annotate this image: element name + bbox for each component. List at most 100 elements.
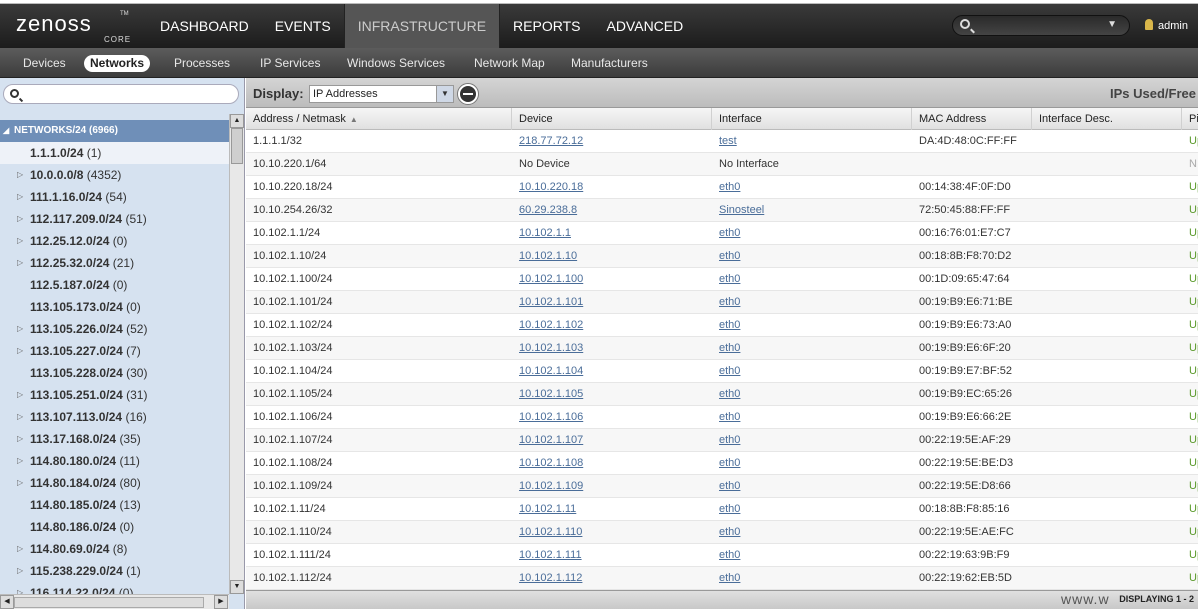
cell-device[interactable]: 60.29.238.8 — [512, 199, 712, 222]
cell-interface[interactable]: eth0 — [712, 544, 912, 567]
expand-arrow-icon[interactable]: ▷ — [17, 406, 23, 428]
tree-node[interactable]: ▷ 114.80.69.0/24 (8) — [0, 538, 229, 560]
cell-device[interactable]: 10.102.1.10 — [512, 245, 712, 268]
cell-interface[interactable]: eth0 — [712, 245, 912, 268]
column-header-mac[interactable]: MAC Address — [912, 108, 1032, 130]
cell-interface[interactable]: eth0 — [712, 406, 912, 429]
cell-interface[interactable]: eth0 — [712, 314, 912, 337]
column-header-interface[interactable]: Interface — [712, 108, 912, 130]
expand-arrow-icon[interactable]: ▷ — [17, 472, 23, 494]
expand-arrow-icon[interactable]: ▷ — [17, 582, 23, 594]
table-row[interactable]: 10.102.1.111/24 10.102.1.111 eth0 00:22:19:… — [246, 544, 1198, 567]
scroll-thumb[interactable] — [14, 597, 204, 608]
table-row[interactable]: 1.1.1.1/32 218.77.72.12 test DA:4D:48:0C:FF… — [246, 130, 1198, 153]
tree-node[interactable]: ▷ 113.105.227.0/24 (7) — [0, 340, 229, 362]
expand-arrow-icon[interactable]: ▷ — [17, 450, 23, 472]
table-row[interactable]: 10.10.220.18/24 10.10.220.18 eth0 00:14:38:… — [246, 176, 1198, 199]
cell-interface[interactable]: Sinosteel — [712, 199, 912, 222]
expand-arrow-icon[interactable]: ▷ — [17, 428, 23, 450]
nav-infrastructure[interactable]: INFRASTRUCTURE — [343, 4, 501, 48]
cell-device[interactable]: 10.102.1.112 — [512, 567, 712, 590]
cell-interface[interactable]: eth0 — [712, 222, 912, 245]
cell-interface[interactable]: eth0 — [712, 360, 912, 383]
chevron-down-icon[interactable]: ▼ — [1107, 19, 1117, 30]
expand-arrow-icon[interactable]: ▷ — [17, 560, 23, 582]
tree-node[interactable]: ▷ 116.114.22.0/24 (0) — [0, 582, 229, 594]
table-row[interactable]: 10.102.1.11/24 10.102.1.11 eth0 00:18:8B:F8… — [246, 498, 1198, 521]
expand-arrow-icon[interactable]: ▷ — [17, 208, 23, 230]
cell-device[interactable]: 10.102.1.106 — [512, 406, 712, 429]
table-row[interactable]: 10.102.1.10/24 10.102.1.10 eth0 00:18:8B:F8… — [246, 245, 1198, 268]
cell-interface[interactable]: eth0 — [712, 498, 912, 521]
cell-device[interactable]: 10.102.1.1 — [512, 222, 712, 245]
nav-dashboard[interactable]: DASHBOARD — [147, 4, 262, 48]
tree-node[interactable]: ▷ 114.80.184.0/24 (80) — [0, 472, 229, 494]
cell-device[interactable]: 10.102.1.105 — [512, 383, 712, 406]
scroll-down-arrow-icon[interactable]: ▼ — [230, 580, 244, 594]
expand-arrow-icon[interactable]: ▷ — [17, 252, 23, 274]
table-row[interactable]: 10.102.1.102/24 10.102.1.102 eth0 00:19:B9:… — [246, 314, 1198, 337]
table-row[interactable]: 10.102.1.107/24 10.102.1.107 eth0 00:22:19:… — [246, 429, 1198, 452]
tree-node[interactable]: ▷ 115.238.229.0/24 (1) — [0, 560, 229, 582]
table-row[interactable]: 10.102.1.110/24 10.102.1.110 eth0 00:22:19:… — [246, 521, 1198, 544]
tree-node[interactable]: ▷ 113.105.251.0/24 (31) — [0, 384, 229, 406]
cell-device[interactable]: 10.102.1.110 — [512, 521, 712, 544]
nav-advanced[interactable]: ADVANCED — [593, 4, 696, 48]
column-header-ping[interactable]: Pi — [1182, 108, 1198, 130]
tree-search-input[interactable] — [3, 84, 239, 104]
table-row[interactable]: 10.10.220.1/64 No Device No Interface N — [246, 153, 1198, 176]
table-row[interactable]: 10.10.254.26/32 60.29.238.8 Sinosteel 72:50… — [246, 199, 1198, 222]
cell-device[interactable]: 10.102.1.11 — [512, 498, 712, 521]
tree-node[interactable]: ▷ 113.107.113.0/24 (16) — [0, 406, 229, 428]
tree-node[interactable]: ▷ 114.80.180.0/24 (11) — [0, 450, 229, 472]
collapse-icon[interactable]: ◢ — [3, 120, 9, 142]
cell-interface[interactable]: eth0 — [712, 452, 912, 475]
tree-node[interactable]: ▷ 112.117.209.0/24 (51) — [0, 208, 229, 230]
table-row[interactable]: 10.102.1.105/24 10.102.1.105 eth0 00:19:B9:… — [246, 383, 1198, 406]
scroll-left-arrow-icon[interactable]: ◀ — [0, 595, 14, 609]
cell-device[interactable]: 10.102.1.111 — [512, 544, 712, 567]
cell-interface[interactable]: eth0 — [712, 337, 912, 360]
tree-node[interactable]: ▷ 112.25.12.0/24 (0) — [0, 230, 229, 252]
cell-interface[interactable]: eth0 — [712, 268, 912, 291]
subnav-manufacturers[interactable]: Manufacturers — [565, 55, 654, 72]
table-row[interactable]: 10.102.1.103/24 10.102.1.103 eth0 00:19:B9:… — [246, 337, 1198, 360]
tree-node[interactable]: ▷ 111.1.16.0/24 (54) — [0, 186, 229, 208]
cell-interface[interactable]: eth0 — [712, 475, 912, 498]
cell-device[interactable]: 10.102.1.103 — [512, 337, 712, 360]
cell-interface[interactable]: eth0 — [712, 567, 912, 590]
nav-events[interactable]: EVENTS — [262, 4, 344, 48]
scroll-up-arrow-icon[interactable]: ▲ — [230, 114, 244, 128]
tree-node[interactable]: ▷ 10.0.0.0/8 (4352) — [0, 164, 229, 186]
table-row[interactable]: 10.102.1.108/24 10.102.1.108 eth0 00:22:19:… — [246, 452, 1198, 475]
cell-device[interactable]: 10.102.1.107 — [512, 429, 712, 452]
delete-button[interactable] — [457, 83, 479, 105]
column-header-address[interactable]: Address / Netmask ▲ — [246, 108, 512, 130]
scroll-thumb[interactable] — [231, 128, 243, 164]
expand-arrow-icon[interactable]: ▷ — [17, 318, 23, 340]
subnav-ip-services[interactable]: IP Services — [254, 55, 326, 72]
subnav-devices[interactable]: Devices — [17, 55, 72, 72]
cell-interface[interactable]: eth0 — [712, 291, 912, 314]
global-search-input[interactable]: ▼ — [952, 15, 1130, 36]
tree-node[interactable]: ▷ 113.105.226.0/24 (52) — [0, 318, 229, 340]
expand-arrow-icon[interactable]: ▷ — [17, 186, 23, 208]
expand-arrow-icon[interactable]: ▷ — [17, 164, 23, 186]
subnav-network-map[interactable]: Network Map — [468, 55, 551, 72]
cell-device[interactable]: 10.102.1.108 — [512, 452, 712, 475]
tree-node[interactable]: 113.105.173.0/24 (0) — [0, 296, 229, 318]
chevron-down-icon[interactable]: ▼ — [436, 86, 453, 102]
tree-node[interactable]: 112.5.187.0/24 (0) — [0, 274, 229, 296]
subnav-processes[interactable]: Processes — [168, 55, 236, 72]
table-row[interactable]: 10.102.1.1/24 10.102.1.1 eth0 00:16:76:01:E… — [246, 222, 1198, 245]
table-row[interactable]: 10.102.1.109/24 10.102.1.109 eth0 00:22:19:… — [246, 475, 1198, 498]
expand-arrow-icon[interactable]: ▷ — [17, 340, 23, 362]
cell-device[interactable]: 218.77.72.12 — [512, 130, 712, 153]
cell-interface[interactable]: eth0 — [712, 429, 912, 452]
cell-interface[interactable]: test — [712, 130, 912, 153]
tree-node[interactable]: 113.105.228.0/24 (30) — [0, 362, 229, 384]
expand-arrow-icon[interactable]: ▷ — [17, 538, 23, 560]
nav-reports[interactable]: REPORTS — [500, 4, 593, 48]
cell-interface[interactable]: eth0 — [712, 176, 912, 199]
cell-device[interactable]: 10.102.1.109 — [512, 475, 712, 498]
